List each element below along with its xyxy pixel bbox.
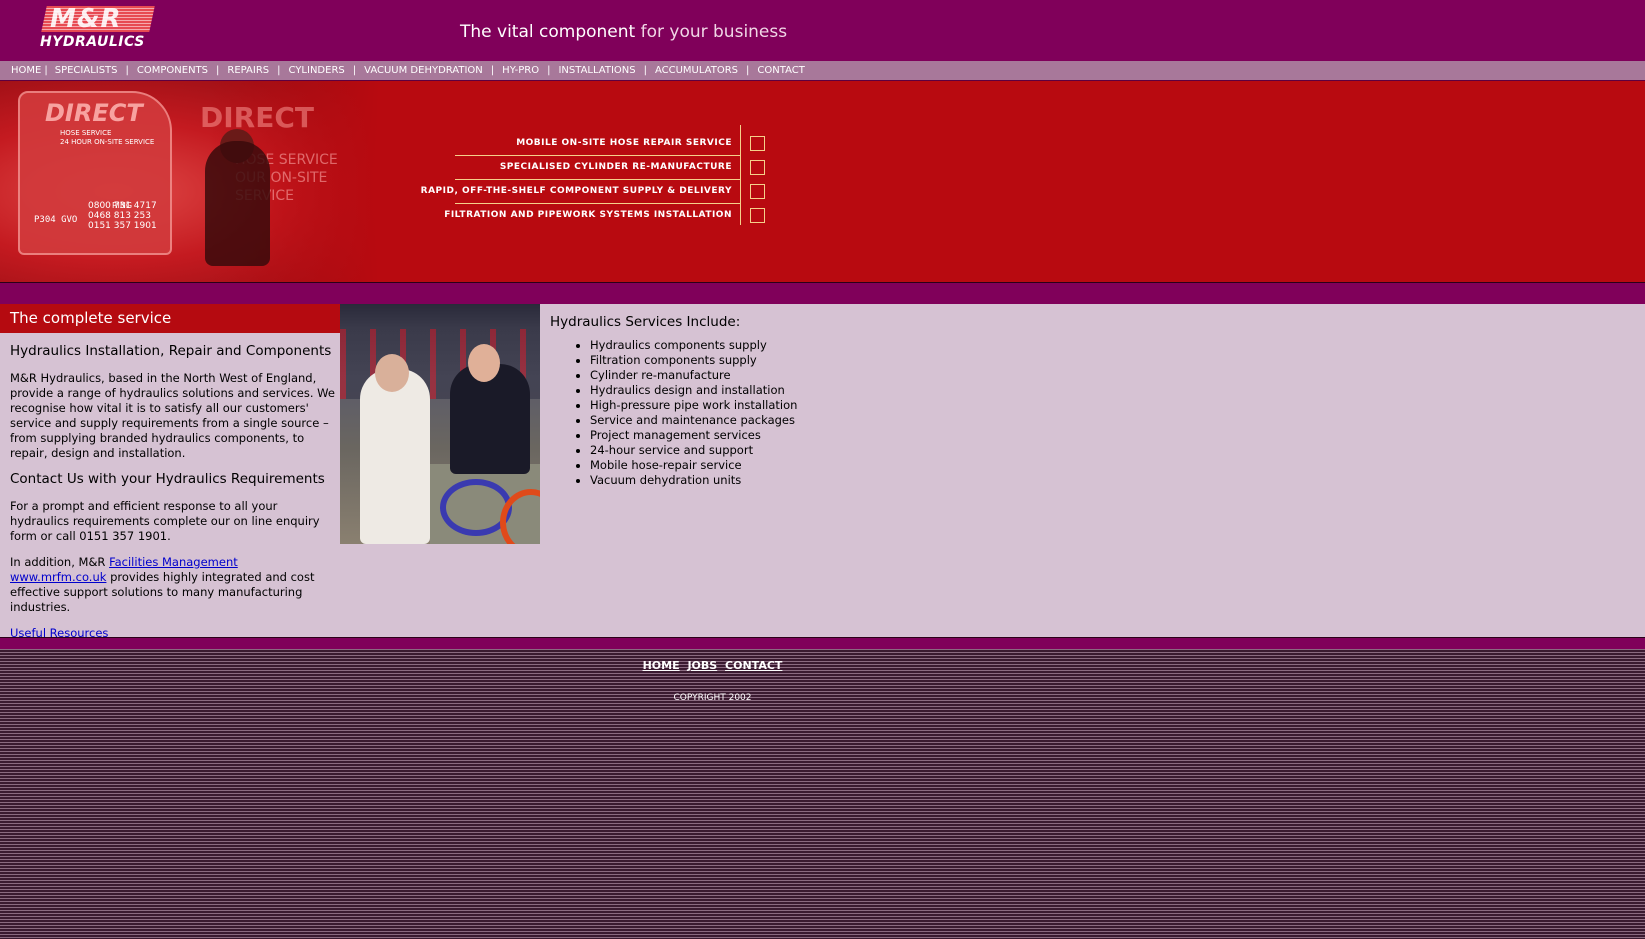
footer-jobs-link[interactable]: JOBS (687, 659, 717, 672)
nav-accumulators[interactable]: ACCUMULATORS (655, 65, 738, 76)
copyright: COPYRIGHT 2002 (673, 693, 752, 703)
van-service-text: HOSE SERVICE 24 HOUR ON-SITE SERVICE (60, 129, 155, 146)
banner-service-item[interactable]: MOBILE ON-SITE HOSE REPAIR SERVICE (455, 131, 765, 156)
service-label: MOBILE ON-SITE HOSE REPAIR SERVICE (516, 138, 732, 148)
list-item: Mobile hose-repair service (590, 458, 810, 473)
nav-repairs[interactable]: REPAIRS (227, 65, 269, 76)
logo-mark: M&R (50, 4, 122, 34)
nav-separator: | (643, 65, 647, 76)
photo-man-white-coat (360, 369, 430, 544)
facilities-paragraph: In addition, M&R Facilities Management w… (10, 555, 335, 615)
nav-home[interactable]: HOME (11, 65, 41, 76)
service-label: RAPID, OFF-THE-SHELF COMPONENT SUPPLY & … (420, 186, 732, 196)
site-footer: HOME JOBS CONTACT COPYRIGHT 2002 (0, 649, 1645, 939)
list-item: Filtration components supply (590, 353, 810, 368)
services-list: Hydraulics components supply Filtration … (550, 338, 810, 488)
list-item: Cylinder re-manufacture (590, 368, 810, 383)
nav-separator: | (44, 65, 48, 76)
footer-links: HOME JOBS CONTACT (0, 659, 1425, 672)
worker-figure (205, 141, 270, 266)
service-checkbox-icon (750, 207, 765, 223)
nav-components[interactable]: COMPONENTS (137, 65, 208, 76)
banner-service-item[interactable]: FILTRATION AND PIPEWORK SYSTEMS INSTALLA… (444, 203, 765, 227)
footer-contact-link[interactable]: CONTACT (725, 659, 782, 672)
list-item: Project management services (590, 428, 810, 443)
list-item: Vacuum dehydration units (590, 473, 810, 488)
nav-separator: | (352, 65, 357, 76)
nav-separator: | (125, 65, 129, 76)
workshop-photo (340, 304, 540, 544)
van-phone-numbers: 0800 731 4717 0468 813 253 0151 357 1901 (88, 201, 157, 231)
nav-separator: | (216, 65, 220, 76)
list-item: Service and maintenance packages (590, 413, 810, 428)
logo-name: HYDRAULICS (40, 34, 145, 50)
van-brand: DIRECT (45, 99, 143, 127)
nav-contact[interactable]: CONTACT (757, 65, 804, 76)
facilities-prefix: In addition, M&R (10, 555, 106, 569)
nav-separator: | (547, 65, 551, 76)
banner-service-item[interactable]: SPECIALISED CYLINDER RE-MANUFACTURE (455, 155, 765, 180)
mr-hydraulics-logo[interactable]: M&R HYDRAULICS (40, 6, 155, 52)
nav-specialists[interactable]: SPECIALISTS (55, 65, 118, 76)
contact-paragraph: For a prompt and efficient response to a… (10, 499, 320, 543)
section-title: The complete service (0, 304, 340, 333)
nav-cylinders[interactable]: CYLINDERS (289, 65, 345, 76)
van-brand-rear: DIRECT (200, 101, 314, 134)
facilities-management-link[interactable]: Facilities Management (109, 555, 238, 569)
divider-strip (0, 282, 1645, 305)
service-checkbox-icon (750, 183, 765, 199)
van-photo: DIRECT HOSE SERVICE 24 HOUR ON-SITE SERV… (0, 81, 380, 282)
list-item: 24-hour service and support (590, 443, 810, 458)
heading-contact: Contact Us with your Hydraulics Requirem… (10, 471, 325, 487)
services-column: Hydraulics Services Include: Hydraulics … (550, 314, 810, 488)
service-checkbox-icon (750, 135, 765, 151)
banner-service-list: MOBILE ON-SITE HOSE REPAIR SERVICE SPECI… (421, 125, 765, 227)
heading-installation: Hydraulics Installation, Repair and Comp… (10, 343, 332, 359)
list-item: Hydraulics components supply (590, 338, 810, 353)
photo-man-head (468, 344, 500, 382)
tagline: The vital component for your business (460, 22, 787, 42)
nav-separator: | (746, 65, 750, 76)
service-label: SPECIALISED CYLINDER RE-MANUFACTURE (499, 162, 732, 172)
photo-man-head (375, 354, 409, 392)
tagline-bold: The vital component (460, 22, 636, 42)
main-content: The complete service Hydraulics Installa… (0, 304, 1645, 640)
intro-column: Hydraulics Installation, Repair and Comp… (10, 344, 335, 652)
van-plate: P304 GVO (34, 215, 78, 225)
intro-paragraph: M&R Hydraulics, based in the North West … (10, 371, 335, 460)
nav-separator: | (277, 65, 281, 76)
nav-hy-pro[interactable]: HY-PRO (502, 65, 539, 76)
banner-service-item[interactable]: RAPID, OFF-THE-SHELF COMPONENT SUPPLY & … (421, 179, 765, 204)
site-header: M&R HYDRAULICS The vital component for y… (0, 0, 1645, 61)
hero-banner: DIRECT HOSE SERVICE 24 HOUR ON-SITE SERV… (0, 81, 1645, 282)
service-checkbox-icon (750, 159, 765, 175)
tagline-light: for your business (640, 22, 788, 42)
top-navigation: HOME | SPECIALISTS | COMPONENTS | REPAIR… (0, 61, 1645, 81)
footer-home-link[interactable]: HOME (643, 659, 680, 672)
nav-vacuum-dehydration[interactable]: VACUUM DEHYDRATION (364, 65, 483, 76)
nav-separator: | (490, 65, 495, 76)
list-item: Hydraulics design and installation (590, 383, 810, 398)
service-label: FILTRATION AND PIPEWORK SYSTEMS INSTALLA… (444, 210, 732, 220)
nav-installations[interactable]: INSTALLATIONS (558, 65, 635, 76)
services-heading: Hydraulics Services Include: (550, 314, 741, 330)
list-item: High-pressure pipe work installation (590, 398, 810, 413)
mrfm-site-link[interactable]: www.mrfm.co.uk (10, 570, 106, 584)
